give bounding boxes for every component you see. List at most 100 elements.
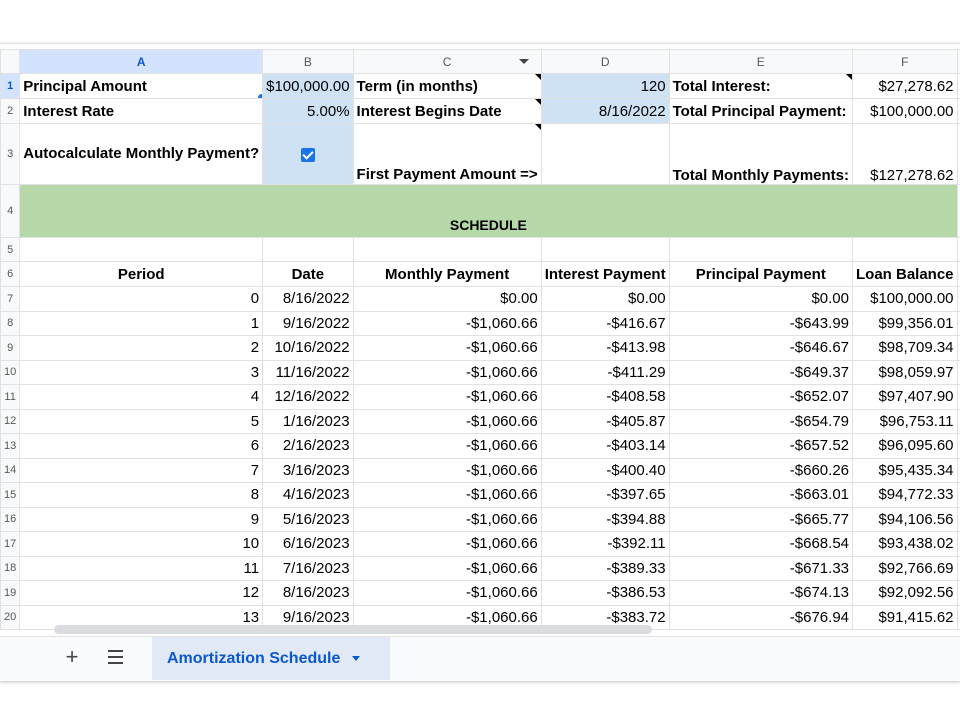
table-cell[interactable]: $95,435.34: [852, 457, 958, 483]
table-cell[interactable]: 6: [19, 433, 264, 459]
table-cell[interactable]: 3/16/2023: [262, 457, 354, 483]
empty-cell[interactable]: [352, 237, 542, 262]
first-payment-label-cell[interactable]: First Payment Amount =>: [352, 123, 542, 185]
table-cell[interactable]: -$1,060.66: [352, 408, 542, 434]
row-header[interactable]: 14: [0, 457, 21, 483]
table-cell[interactable]: 8/16/2022: [262, 286, 354, 312]
table-cell[interactable]: $98,059.97: [852, 359, 958, 385]
table-cell[interactable]: 0: [19, 286, 264, 312]
table-cell[interactable]: -$394.88: [540, 506, 670, 532]
table-cell[interactable]: 12/16/2022: [262, 384, 354, 410]
row-header[interactable]: 13: [0, 433, 21, 459]
header-date-cell[interactable]: Date: [262, 261, 354, 287]
empty-cell[interactable]: [668, 237, 854, 262]
table-cell[interactable]: -$657.52: [668, 433, 854, 459]
table-cell[interactable]: 11: [19, 555, 264, 581]
table-cell[interactable]: 6/16/2023: [262, 531, 354, 557]
table-cell[interactable]: -$1,060.66: [352, 482, 542, 508]
autocalc-checkbox-cell[interactable]: [262, 123, 354, 185]
header-monthly-payment-cell[interactable]: Monthly Payment: [352, 261, 542, 287]
table-cell[interactable]: 10/16/2022: [262, 335, 354, 361]
table-cell[interactable]: -$408.58: [540, 384, 670, 410]
header-principal-payment-cell[interactable]: Principal Payment: [668, 261, 854, 287]
table-cell[interactable]: -$646.67: [668, 335, 854, 361]
row-header[interactable]: 17: [0, 531, 21, 557]
row-header[interactable]: 7: [0, 286, 21, 312]
table-cell[interactable]: -$665.77: [668, 506, 854, 532]
table-cell[interactable]: 5/16/2023: [262, 506, 354, 532]
select-all-corner[interactable]: [0, 49, 21, 74]
table-cell[interactable]: -$411.29: [540, 359, 670, 385]
sheet-tab-amortization-schedule[interactable]: Amortization Schedule: [152, 637, 390, 680]
total-monthly-value-cell[interactable]: $127,278.62: [852, 123, 958, 185]
row-header[interactable]: 20: [0, 604, 21, 630]
column-header-e[interactable]: E: [668, 49, 854, 74]
fill-handle[interactable]: [257, 93, 262, 98]
table-cell[interactable]: 11/16/2022: [262, 359, 354, 385]
table-cell[interactable]: 7/16/2023: [262, 555, 354, 581]
row-header[interactable]: 15: [0, 482, 21, 508]
table-cell[interactable]: -$1,060.66: [352, 580, 542, 606]
table-cell[interactable]: $96,753.11: [852, 408, 958, 434]
table-cell[interactable]: -$389.33: [540, 555, 670, 581]
table-cell[interactable]: $98,709.34: [852, 335, 958, 361]
total-principal-value-cell[interactable]: $100,000.00: [852, 98, 958, 124]
empty-cell[interactable]: [852, 237, 958, 262]
table-cell[interactable]: 1: [19, 310, 264, 336]
table-cell[interactable]: $0.00: [352, 286, 542, 312]
table-cell[interactable]: $91,415.62: [852, 604, 958, 630]
table-cell[interactable]: 8: [19, 482, 264, 508]
table-cell[interactable]: $0.00: [540, 286, 670, 312]
table-cell[interactable]: -$1,060.66: [352, 384, 542, 410]
table-cell[interactable]: -$654.79: [668, 408, 854, 434]
table-cell[interactable]: $94,106.56: [852, 506, 958, 532]
column-filter-dropdown-icon[interactable]: [518, 59, 529, 64]
table-cell[interactable]: 5: [19, 408, 264, 434]
table-cell[interactable]: -$1,060.66: [352, 310, 542, 336]
header-interest-payment-cell[interactable]: Interest Payment: [540, 261, 670, 287]
table-cell[interactable]: $96,095.60: [852, 433, 958, 459]
table-cell[interactable]: -$1,060.66: [352, 335, 542, 361]
table-cell[interactable]: $100,000.00: [852, 286, 958, 312]
table-cell[interactable]: 10: [19, 531, 264, 557]
table-cell[interactable]: $92,766.69: [852, 555, 958, 581]
table-cell[interactable]: 9/16/2022: [262, 310, 354, 336]
row-header-2[interactable]: 2: [0, 98, 21, 124]
row-header[interactable]: 10: [0, 359, 21, 385]
empty-cell[interactable]: [19, 237, 264, 262]
total-interest-label-cell[interactable]: Total Interest:: [668, 73, 854, 99]
table-cell[interactable]: -$1,060.66: [352, 457, 542, 483]
horizontal-scrollbar[interactable]: [54, 625, 652, 634]
table-cell[interactable]: -$676.94: [668, 604, 854, 630]
chevron-down-icon[interactable]: [352, 656, 361, 662]
table-cell[interactable]: -$403.14: [540, 433, 670, 459]
schedule-title-cell[interactable]: SCHEDULE: [19, 184, 958, 238]
table-cell[interactable]: -$405.87: [540, 408, 670, 434]
table-cell[interactable]: 4/16/2023: [262, 482, 354, 508]
table-cell[interactable]: -$392.11: [540, 531, 670, 557]
table-cell[interactable]: 3: [19, 359, 264, 385]
table-cell[interactable]: -$668.54: [668, 531, 854, 557]
begin-date-value-cell[interactable]: 8/16/2022: [540, 98, 670, 124]
table-cell[interactable]: 2/16/2023: [262, 433, 354, 459]
table-cell[interactable]: 12: [19, 580, 264, 606]
autocalc-label-cell[interactable]: Autocalculate Monthly Payment?: [19, 123, 264, 185]
row-header[interactable]: 18: [0, 555, 21, 581]
table-cell[interactable]: -$1,060.66: [352, 531, 542, 557]
principal-value-cell[interactable]: $100,000.00: [262, 73, 354, 99]
empty-cell[interactable]: [540, 237, 670, 262]
column-header-d[interactable]: D: [540, 49, 670, 74]
row-header[interactable]: 19: [0, 580, 21, 606]
row-header-4[interactable]: 4: [0, 184, 21, 238]
rate-value-cell[interactable]: 5.00%: [262, 98, 354, 124]
table-cell[interactable]: 9: [19, 506, 264, 532]
row-header[interactable]: 11: [0, 384, 21, 410]
table-cell[interactable]: -$649.37: [668, 359, 854, 385]
table-cell[interactable]: $97,407.90: [852, 384, 958, 410]
table-cell[interactable]: $99,356.01: [852, 310, 958, 336]
table-cell[interactable]: -$416.67: [540, 310, 670, 336]
row-header[interactable]: 16: [0, 506, 21, 532]
table-cell[interactable]: $92,092.56: [852, 580, 958, 606]
table-cell[interactable]: -$1,060.66: [352, 359, 542, 385]
empty-cell[interactable]: [262, 237, 354, 262]
